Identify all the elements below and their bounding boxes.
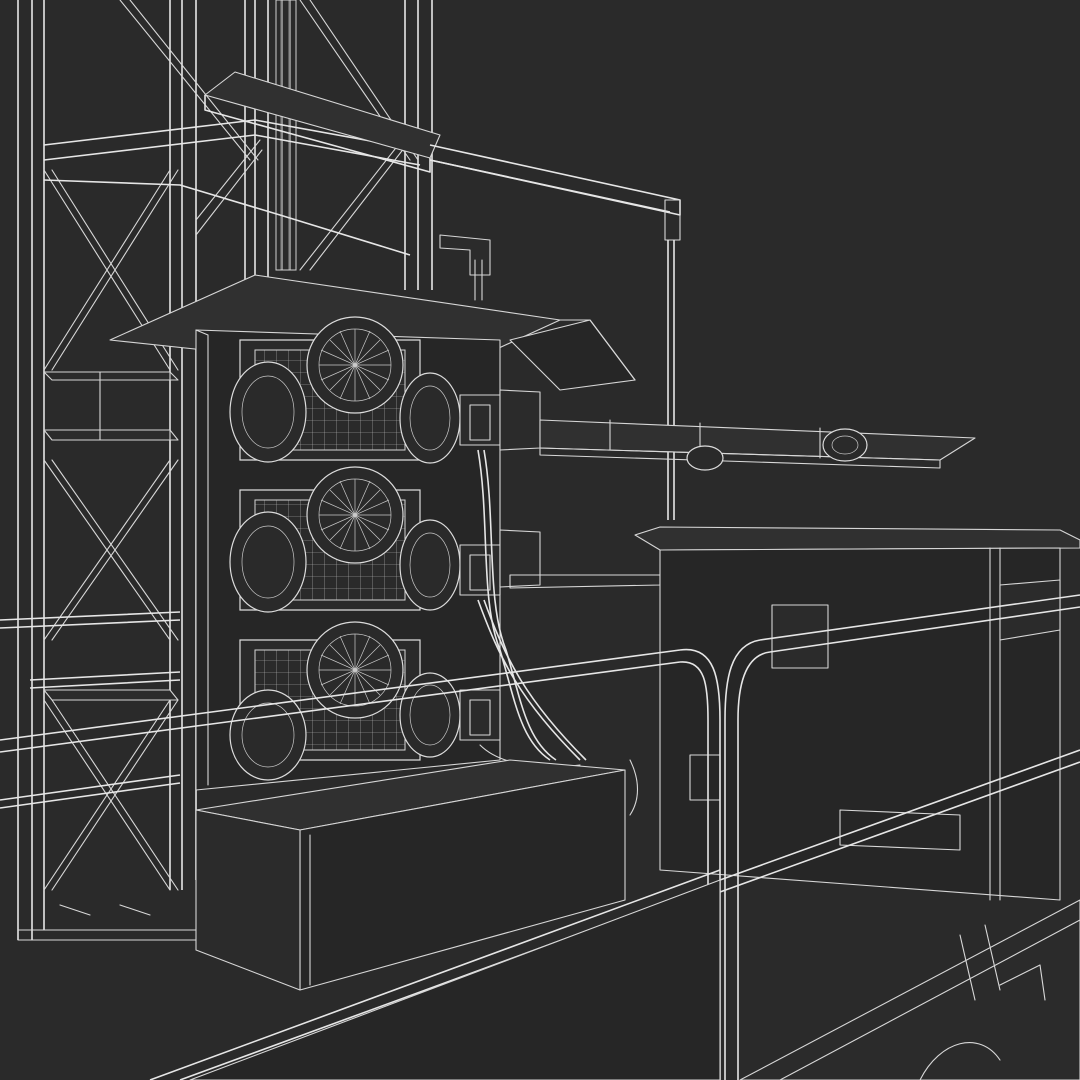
electrical-cabinet [634, 526, 1080, 901]
wireframe-scene [0, 0, 1080, 1080]
